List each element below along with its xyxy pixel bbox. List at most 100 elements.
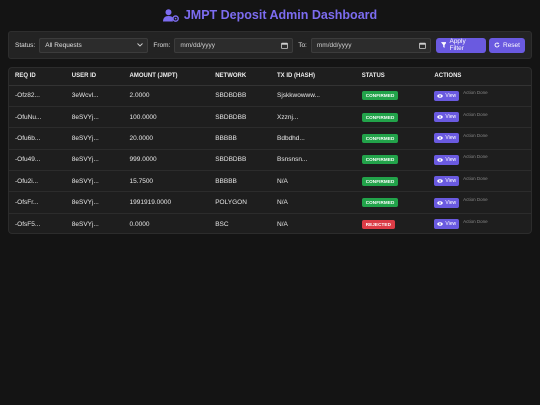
cell-status: REJECTED: [356, 213, 429, 233]
cell-user-id: 8eSVYj...: [65, 170, 124, 193]
action-done-note: Action Done: [463, 154, 488, 160]
cell-req-id: -Ofu49...: [9, 149, 66, 172]
eye-icon: [437, 136, 444, 141]
reset-button[interactable]: Reset: [489, 37, 525, 53]
cell-amount: 15.7500: [123, 170, 210, 193]
table-row: -Ofz82... 3eWcvl... 2.0000 SBDBDBB Sjskkwoww…: [9, 85, 531, 107]
cell-status: CONFIRMED: [355, 191, 429, 214]
cell-tx-id: Bsnsnsn...: [271, 149, 356, 172]
page-title: JMPT Deposit Admin Dashboard: [183, 8, 378, 22]
cell-actions: View Action Done: [428, 149, 531, 172]
cell-actions: View Action Done: [428, 127, 531, 150]
status-badge: REJECTED: [361, 219, 395, 229]
from-date-placeholder: mm/dd/yyyy: [180, 41, 216, 49]
column-header-status: STATUS: [355, 68, 429, 86]
calendar-icon[interactable]: [418, 42, 426, 49]
cell-amount: 1991919.0000: [123, 191, 210, 214]
view-button[interactable]: View: [434, 176, 460, 187]
apply-filter-button[interactable]: Apply Filter: [435, 37, 486, 53]
action-done-note: Action Done: [463, 218, 488, 224]
view-button[interactable]: View: [434, 197, 460, 208]
to-date-input[interactable]: mm/dd/yyyy: [310, 37, 431, 53]
to-date-label: To:: [298, 41, 307, 49]
action-done-note: Action Done: [463, 111, 488, 117]
view-button[interactable]: View: [434, 112, 460, 123]
cell-tx-id: N/A: [277, 220, 288, 228]
table-row: -OfuNu... 8eSVYj... 100.0000 SBDBDBB Xzznj..…: [9, 106, 531, 129]
cell-req-id: -Ofz82...: [9, 85, 66, 107]
view-button-label: View: [445, 92, 457, 99]
table-row: -Ofu49... 8eSVYj... 999.0000 SBDBDBB Bsnsnsn…: [9, 149, 531, 172]
cell-amount: 0.0000: [129, 220, 150, 228]
column-header-actions: ACTIONS: [428, 68, 531, 86]
cell-tx-id: Xzznj...: [271, 106, 356, 129]
actions-group: View Action Done: [434, 218, 531, 230]
cell-status: CONFIRMED: [355, 85, 429, 107]
view-button[interactable]: View: [434, 154, 460, 165]
status-badge: CONFIRMED: [361, 112, 399, 122]
cell-user-id: 8eSVYj...: [65, 106, 124, 129]
cell-tx-id: Sjskkwowww...: [271, 85, 356, 107]
view-button[interactable]: View: [434, 219, 460, 230]
cell-req-id: -OfsF5...: [15, 220, 41, 228]
view-button-label: View: [445, 156, 457, 163]
table-row: -Ofu6b... 8eSVYj... 20.0000 BBBBB Bdbdhd... C…: [9, 127, 531, 150]
actions-group: View Action Done: [434, 111, 531, 123]
table-row: -Ofu2i... 8eSVYj... 15.7500 BBBBB N/A CONFIRM…: [9, 170, 531, 193]
view-button-label: View: [445, 221, 457, 228]
cell-actions: View Action Done: [428, 106, 531, 129]
column-header-network: NETWORK: [209, 68, 271, 86]
cell-user-id: 3eWcvl...: [65, 85, 124, 107]
actions-group: View Action Done: [434, 154, 531, 165]
actions-group: View Action Done: [434, 197, 531, 208]
filter-icon: [440, 42, 447, 48]
status-badge: CONFIRMED: [361, 198, 399, 208]
eye-icon: [437, 158, 444, 162]
action-done-note: Action Done: [463, 197, 488, 203]
cell-amount: 2.0000: [123, 85, 210, 107]
cell-tx-id: N/A: [271, 191, 356, 214]
to-date-placeholder: mm/dd/yyyy: [316, 41, 352, 49]
from-date-input[interactable]: mm/dd/yyyy: [174, 37, 294, 53]
cell-network: BSC: [215, 220, 229, 228]
view-button[interactable]: View: [434, 90, 460, 101]
table-row: -OfsF5... 8eSVYj... 0.0000 BSC N/A REJECTED Vi…: [9, 213, 531, 233]
table-header-row: REQ ID USER ID AMOUNT (JMPT) NETWORK TX …: [9, 68, 531, 86]
status-badge: CONFIRMED: [361, 176, 399, 186]
cell-status: CONFIRMED: [355, 106, 429, 129]
table-row: -OfsFr... 8eSVYj... 1991919.0000 POLYGON N/A…: [9, 191, 531, 214]
status-badge: CONFIRMED: [361, 91, 399, 101]
cell-network: SBDBDBB: [209, 149, 271, 172]
cell-user-id: 8eSVYj...: [65, 191, 124, 214]
cell-amount: 100.0000: [123, 106, 210, 129]
cell-network: SBDBDBB: [209, 106, 271, 129]
view-button-label: View: [445, 135, 457, 142]
view-button[interactable]: View: [434, 133, 460, 144]
reset-label: Reset: [503, 41, 520, 49]
status-select[interactable]: All Requests: [39, 37, 149, 53]
action-done-note: Action Done: [463, 90, 488, 96]
eye-icon: [437, 200, 444, 205]
cell-user-id: 8eSVYj...: [71, 220, 99, 228]
eye-icon: [437, 179, 444, 183]
view-button-label: View: [445, 178, 457, 185]
view-button-label: View: [445, 199, 457, 206]
action-done-note: Action Done: [463, 175, 488, 181]
from-date-label: From:: [153, 41, 171, 49]
actions-group: View Action Done: [434, 133, 531, 144]
cell-actions: View Action Done: [428, 213, 531, 233]
cell-req-id: -OfuNu...: [9, 106, 66, 129]
status-filter-label: Status:: [15, 41, 36, 49]
calendar-icon[interactable]: [281, 42, 289, 49]
actions-group: View Action Done: [434, 175, 531, 187]
column-header-req-id: REQ ID: [9, 68, 66, 86]
refresh-icon: [494, 42, 500, 48]
status-badge: CONFIRMED: [361, 155, 399, 165]
user-gear-icon: [162, 8, 179, 22]
cell-network: BBBBB: [209, 127, 271, 150]
cell-actions: View Action Done: [428, 191, 531, 214]
cell-user-id: 8eSVYj...: [65, 149, 124, 172]
status-badge: CONFIRMED: [361, 133, 399, 143]
eye-icon: [437, 115, 444, 119]
eye-icon: [437, 222, 444, 226]
